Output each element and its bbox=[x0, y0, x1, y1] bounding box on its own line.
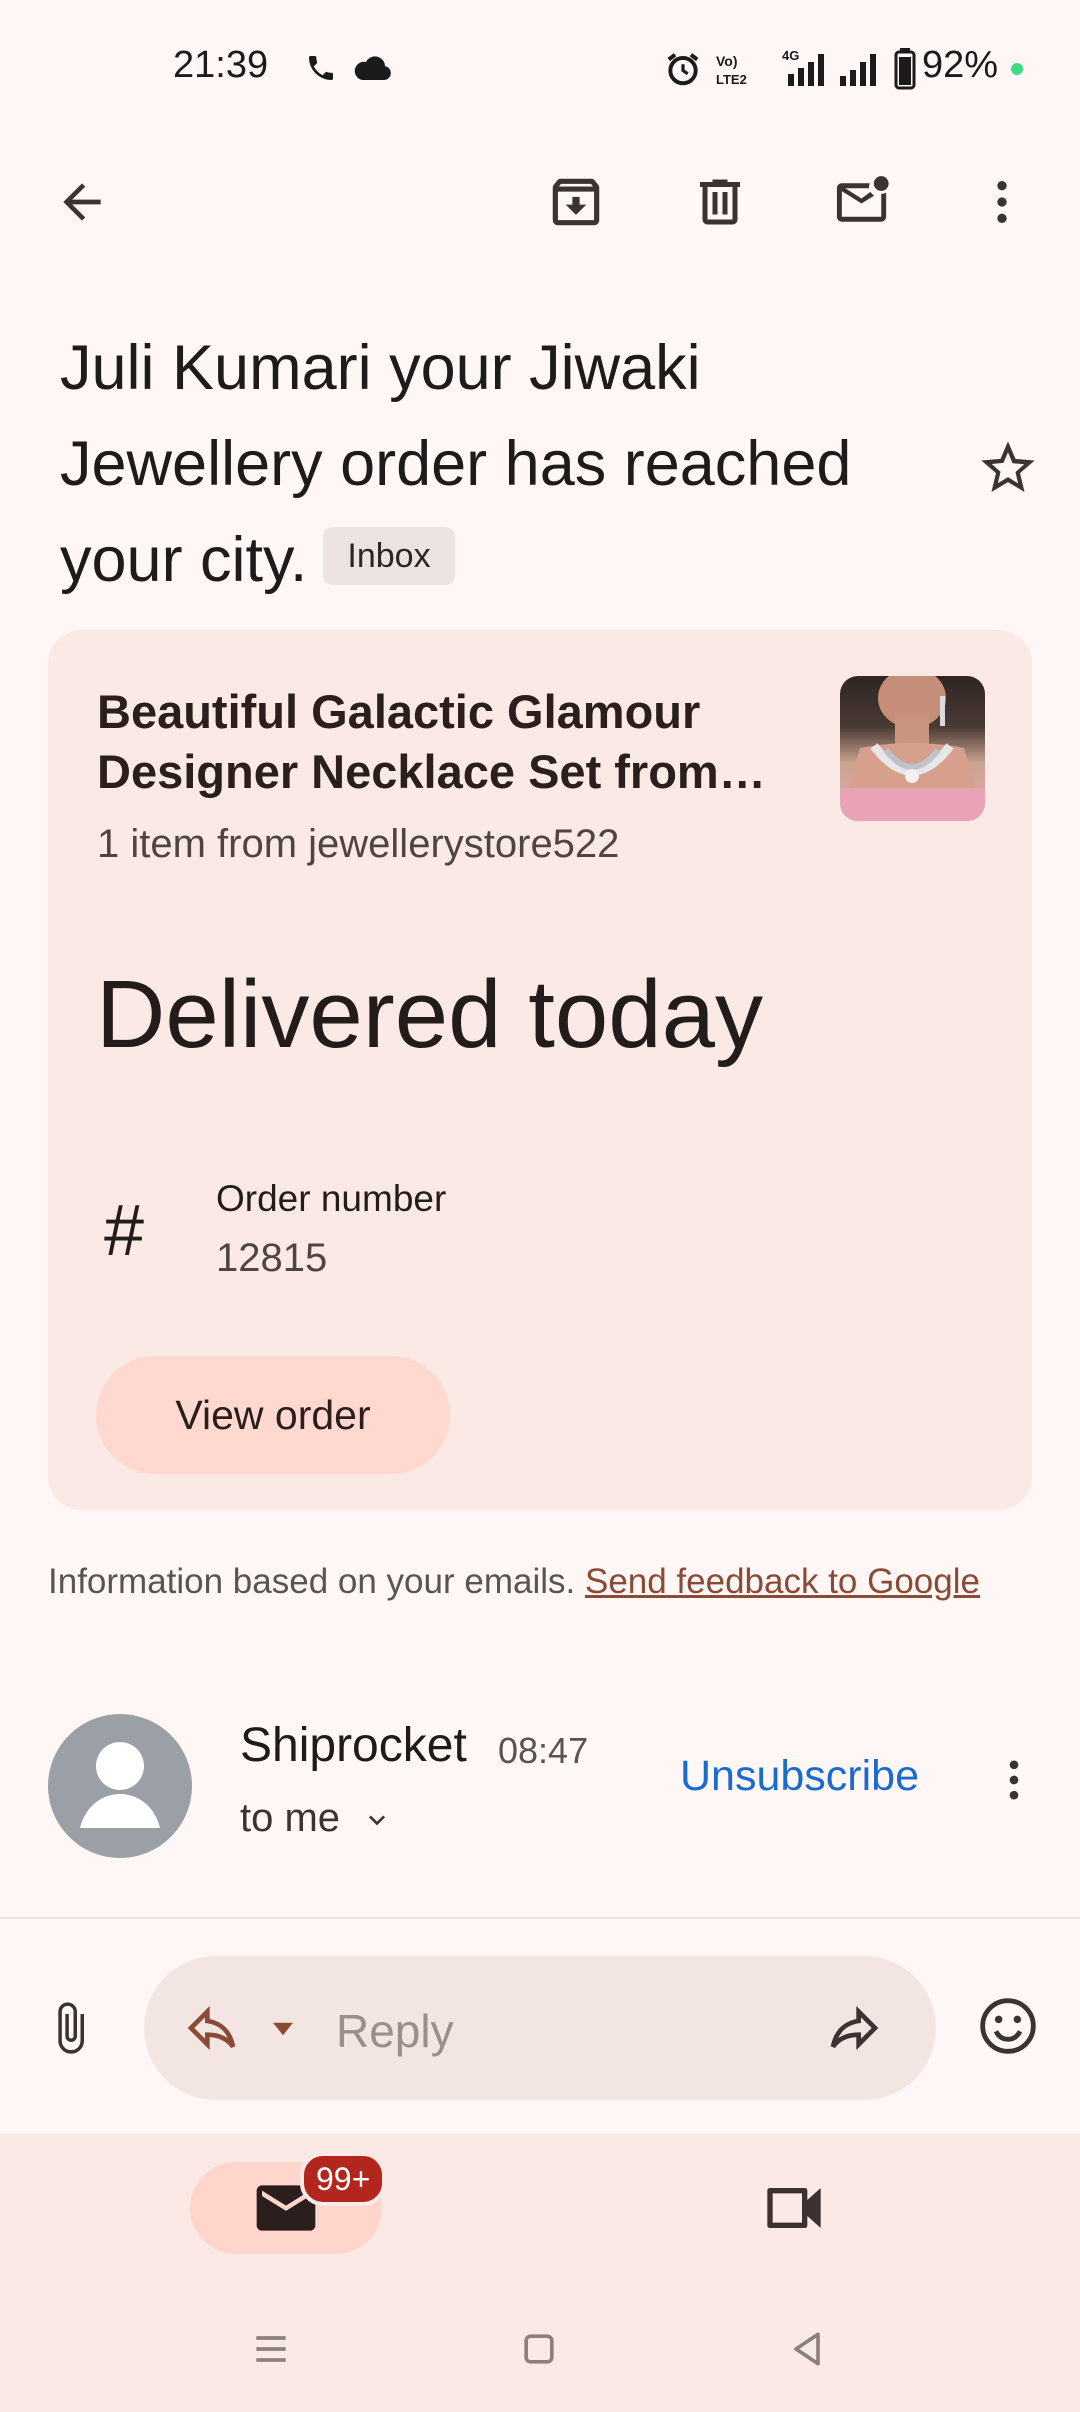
divider bbox=[0, 1917, 1080, 1919]
necklace-image-icon bbox=[840, 676, 985, 821]
nav-meet-tab[interactable] bbox=[748, 2162, 840, 2254]
back-button[interactable] bbox=[40, 160, 124, 244]
reply-field[interactable]: Reply bbox=[144, 1956, 936, 2100]
svg-text:4G: 4G bbox=[782, 48, 799, 63]
items-from-store: 1 item from jewellerystore522 bbox=[97, 822, 620, 866]
order-summary-card: Beautiful Galactic Glamour Designer Neck… bbox=[48, 630, 1032, 1510]
paperclip-icon bbox=[58, 2002, 84, 2054]
system-back-button[interactable] bbox=[776, 2318, 838, 2380]
square-home-icon bbox=[524, 2334, 554, 2364]
recipient-text: to me bbox=[240, 1796, 341, 1840]
more-vert-icon bbox=[1009, 1760, 1019, 1800]
signal-4g-icon: 4G bbox=[782, 48, 824, 86]
email-subject: Juli Kumari your Jiwaki Jewellery order … bbox=[60, 320, 940, 608]
sender-avatar[interactable] bbox=[48, 1714, 192, 1858]
person-icon bbox=[80, 1742, 160, 1828]
chevron-down-icon bbox=[369, 1815, 386, 1826]
unsubscribe-button[interactable]: Unsubscribe bbox=[680, 1752, 919, 1801]
system-recents-button[interactable] bbox=[240, 2318, 302, 2380]
smiley-icon bbox=[980, 1998, 1036, 2054]
hash-icon: # bbox=[104, 1191, 145, 1271]
reply-arrow-icon bbox=[187, 2006, 236, 2050]
phone-icon bbox=[309, 56, 333, 80]
order-number-value: 12815 bbox=[216, 1236, 328, 1280]
mark-unread-icon bbox=[836, 176, 889, 222]
reply-placeholder: Reply bbox=[336, 2005, 454, 2057]
view-order-button[interactable]: View order bbox=[96, 1356, 450, 1474]
volte-icon: Vo) LTE2 bbox=[716, 53, 747, 86]
inbox-label-chip[interactable]: Inbox bbox=[323, 527, 455, 586]
recipient-toggle[interactable]: to me bbox=[240, 1796, 393, 1841]
mark-unread-button[interactable] bbox=[822, 160, 906, 244]
delete-button[interactable] bbox=[678, 160, 762, 244]
system-home-button[interactable] bbox=[508, 2318, 570, 2380]
archive-button[interactable] bbox=[534, 160, 618, 244]
cloud-icon bbox=[354, 56, 391, 80]
triangle-back-icon bbox=[794, 2332, 820, 2366]
emoji-button[interactable] bbox=[968, 1986, 1048, 2066]
info-text: Information based on your emails. bbox=[48, 1562, 576, 1601]
archive-icon bbox=[552, 178, 600, 226]
battery-percent: 92% bbox=[922, 44, 999, 86]
star-button[interactable] bbox=[964, 424, 1052, 512]
info-line: Information based on your emails. Send f… bbox=[48, 1562, 980, 1602]
status-time: 21:39 bbox=[173, 44, 269, 86]
delivery-status: Delivered today bbox=[96, 961, 764, 1068]
svg-text:LTE2: LTE2 bbox=[716, 72, 747, 86]
svg-text:Vo): Vo) bbox=[716, 53, 738, 69]
order-number-label: Order number bbox=[216, 1178, 447, 1219]
send-feedback-link[interactable]: Send feedback to Google bbox=[585, 1562, 980, 1601]
alarm-icon bbox=[667, 53, 699, 86]
product-title: Beautiful Galactic Glamour Designer Neck… bbox=[97, 685, 719, 798]
star-outline-icon bbox=[981, 441, 1035, 492]
video-camera-icon bbox=[767, 2188, 821, 2228]
product-thumbnail bbox=[840, 676, 985, 821]
signal-icon bbox=[840, 54, 876, 86]
sender-name: Shiprocket bbox=[240, 1719, 467, 1772]
attach-button[interactable] bbox=[30, 1988, 110, 2068]
forward-arrow-icon[interactable] bbox=[824, 2000, 884, 2056]
battery-icon bbox=[894, 48, 916, 90]
message-time: 08:47 bbox=[498, 1730, 589, 1771]
bottom-navigation: 99+ bbox=[0, 2134, 1080, 2412]
unread-count-badge: 99+ bbox=[300, 2152, 387, 2206]
back-arrow-icon bbox=[63, 183, 101, 221]
menu-lines-icon bbox=[256, 2336, 286, 2362]
caret-down-icon[interactable] bbox=[266, 2014, 300, 2044]
delete-icon bbox=[700, 179, 740, 225]
more-options-button[interactable] bbox=[960, 160, 1044, 244]
status-bar: 21:39 Vo) LTE2 4G 92% bbox=[0, 0, 1080, 135]
privacy-dot-icon bbox=[1011, 63, 1023, 75]
message-more-button[interactable] bbox=[974, 1740, 1054, 1820]
more-vert-icon bbox=[997, 181, 1007, 223]
email-subject-text: Juli Kumari your Jiwaki Jewellery order … bbox=[60, 333, 852, 595]
